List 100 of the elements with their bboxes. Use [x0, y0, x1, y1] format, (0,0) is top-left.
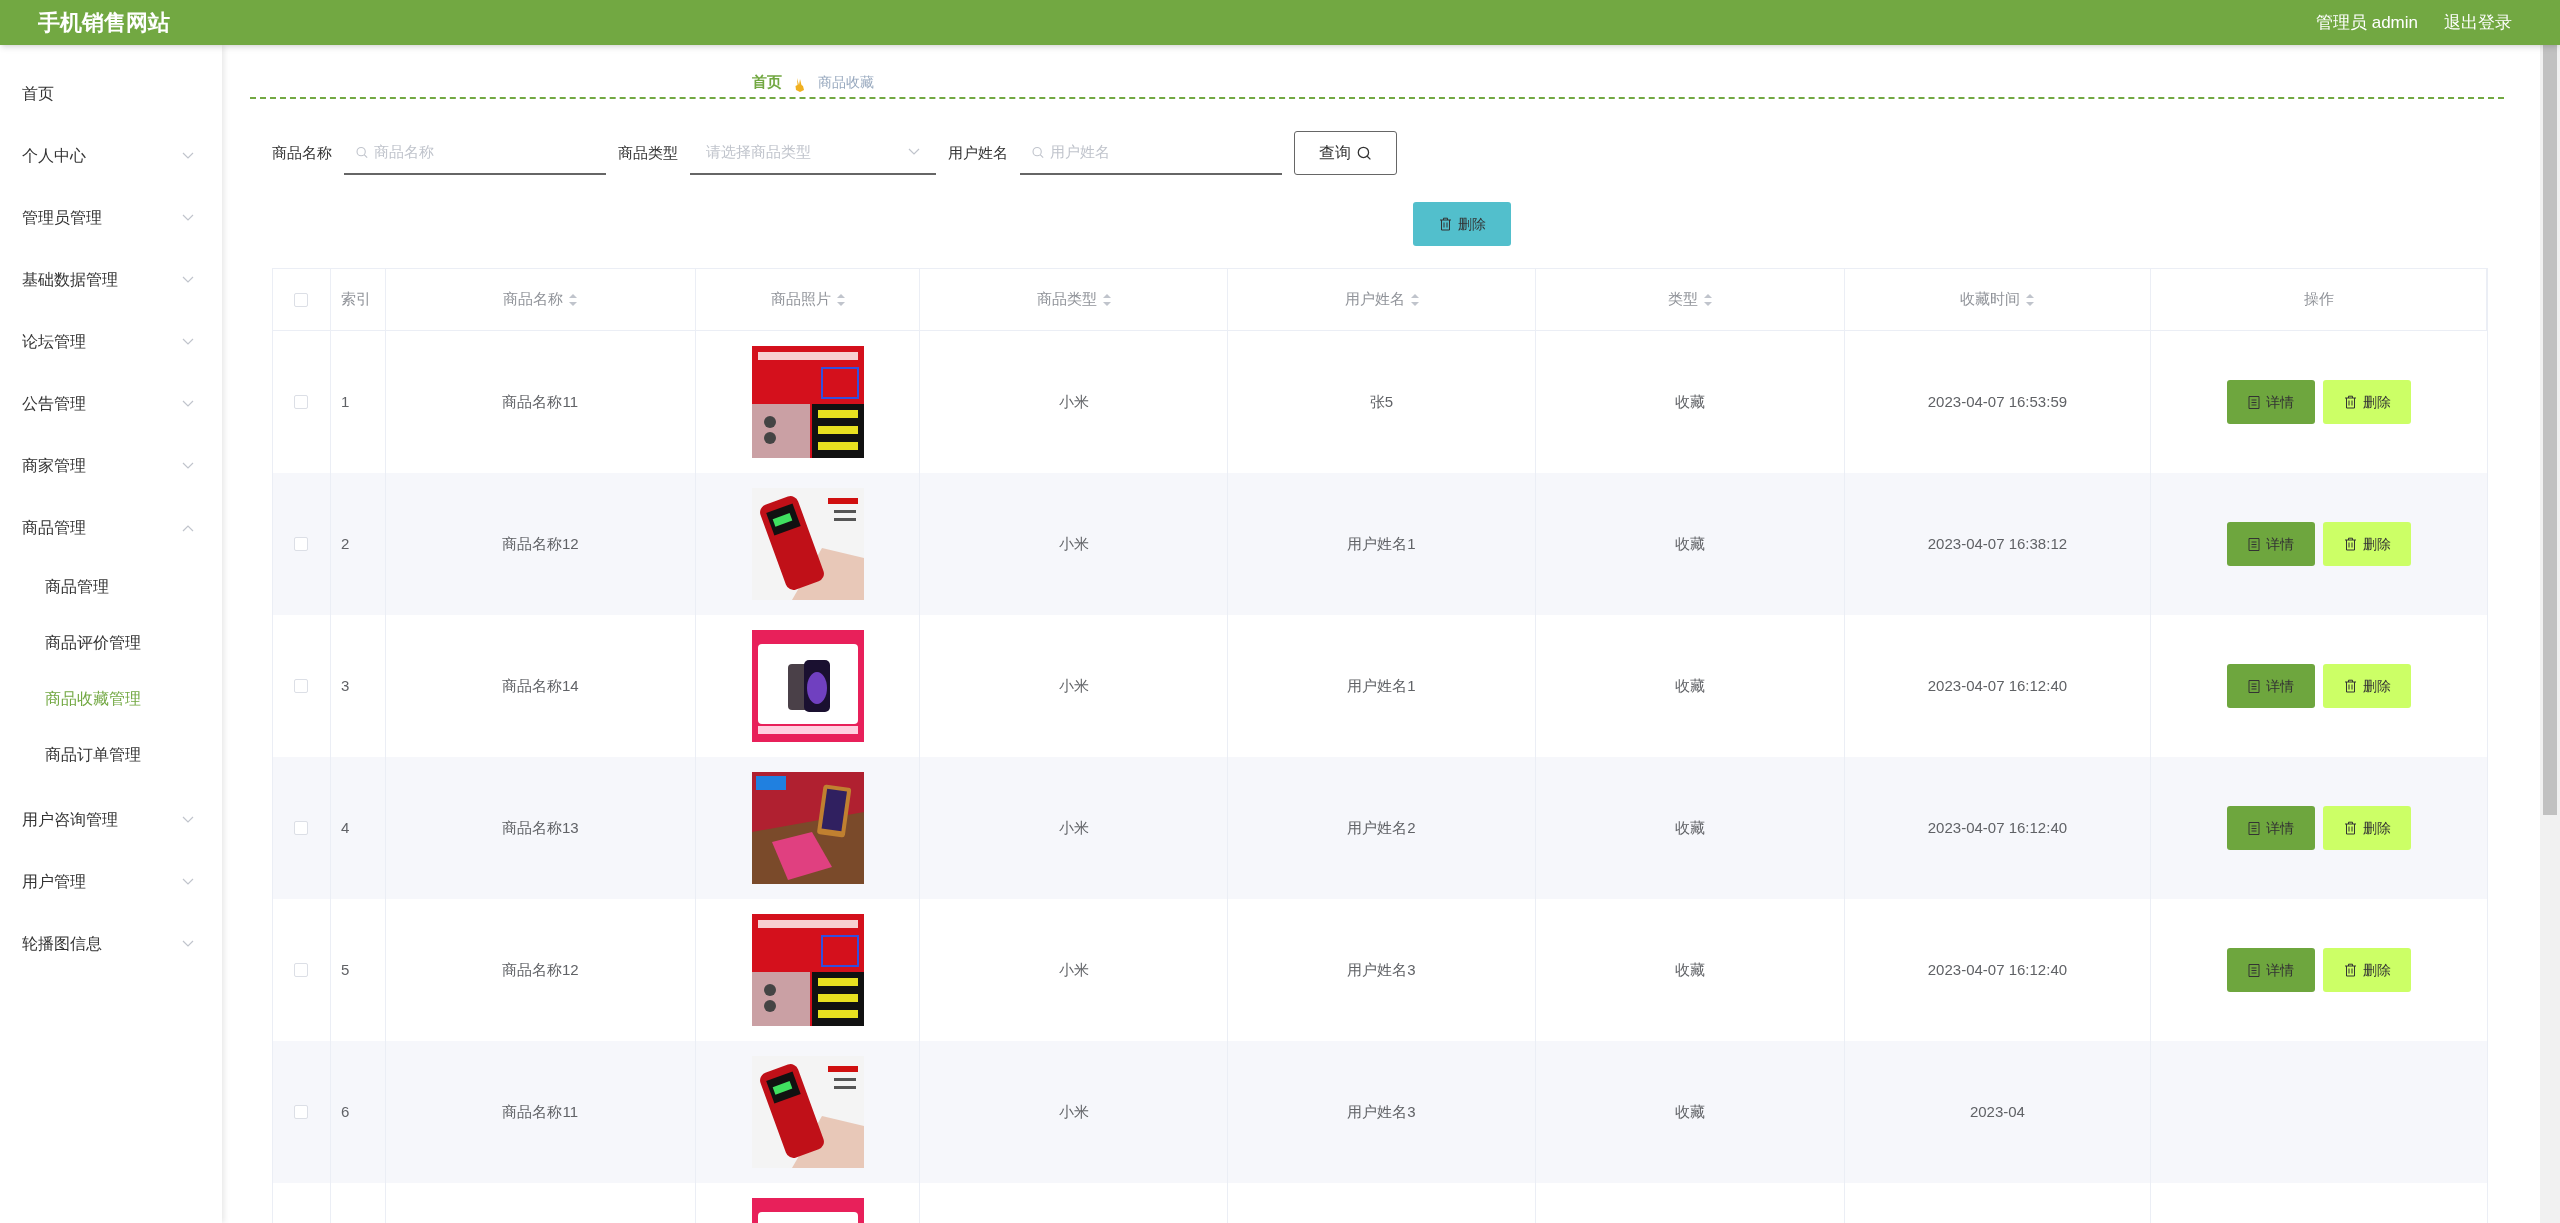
sort-icon[interactable] — [569, 293, 578, 306]
document-icon — [2248, 395, 2261, 409]
field-label: 商品类型 — [618, 142, 678, 163]
table-cell-text: 2023-04-07 16:53:59 — [1927, 391, 2068, 412]
delete-button[interactable]: 删除 — [2323, 806, 2412, 850]
row-checkbox[interactable] — [294, 821, 309, 835]
submenu-item[interactable]: 商品管理 — [0, 559, 222, 615]
table-cell-text: 2 — [340, 533, 350, 554]
row-checkbox[interactable] — [294, 679, 309, 693]
sidebar-item[interactable]: 商家管理 — [0, 435, 222, 497]
table-cell-text: 收藏 — [1674, 817, 1705, 838]
sort-icon[interactable] — [1102, 293, 1111, 306]
chevron-down-icon — [182, 462, 194, 470]
search-icon — [1032, 145, 1044, 159]
search-field[interactable]: 商品名称 — [374, 140, 594, 164]
table-cell-text: 小米 — [1058, 391, 1089, 412]
sidebar-item[interactable]: 用户咨询管理 — [0, 789, 222, 851]
chevron-down-icon — [182, 338, 194, 346]
chevron-down-icon — [182, 878, 194, 886]
table-cell-text: 2023-04 — [1969, 1101, 2025, 1122]
trash-icon — [2343, 821, 2357, 835]
sidebar-item[interactable]: 用户管理 — [0, 851, 222, 913]
search-icon — [1357, 145, 1372, 161]
trash-icon — [2343, 395, 2357, 409]
chevron-down-icon — [908, 148, 920, 156]
row-checkbox[interactable] — [294, 537, 309, 551]
site-title: 手机销售网站 — [38, 9, 170, 37]
sort-icon[interactable] — [1410, 293, 1419, 306]
table-cell-text: 商品名称12 — [501, 533, 579, 554]
table-cell-text: 2023-04-07 16:12:40 — [1927, 675, 2068, 696]
sidebar-item[interactable]: 论坛管理 — [0, 311, 222, 373]
delete-button[interactable]: 删除 — [2323, 522, 2412, 566]
search-field[interactable]: 用户姓名 — [1050, 140, 1270, 164]
sidebar-item[interactable]: 基础数据管理 — [0, 249, 222, 311]
trash-icon — [1438, 217, 1452, 231]
table-cell-text: 4 — [340, 817, 350, 838]
query-button[interactable]: 查询 — [1294, 131, 1397, 175]
table-cell-text: 2023-04-07 16:12:40 — [1927, 817, 2068, 838]
table-cell-text: 2023-04-07 16:12:40 — [1927, 959, 2068, 980]
sort-icon[interactable] — [2026, 293, 2035, 306]
table-cell-text: 5 — [340, 959, 350, 980]
table-cell-text: 张5 — [1369, 391, 1394, 412]
delete-button[interactable]: 删除 — [2323, 664, 2412, 708]
trash-icon — [2343, 537, 2357, 551]
chevron-down-icon — [182, 816, 194, 824]
chevron-down-icon — [182, 214, 194, 222]
table-cell-text: 2023-04-07 16:38:12 — [1927, 533, 2068, 554]
chevron-down-icon — [182, 940, 194, 948]
submenu-item[interactable]: 商品评价管理 — [0, 615, 222, 671]
table-cell-text: 商品名称14 — [501, 675, 579, 696]
field-label: 商品名称 — [272, 142, 332, 163]
table-cell-text: 小米 — [1058, 817, 1089, 838]
row-checkbox[interactable] — [294, 963, 309, 977]
table-cell-text: 3 — [340, 675, 350, 696]
sidebar-item[interactable]: 轮播图信息 — [0, 913, 222, 975]
detail-button[interactable]: 详情 — [2227, 380, 2316, 424]
sidebar-item[interactable]: 公告管理 — [0, 373, 222, 435]
table-cell-text: 用户姓名3 — [1347, 959, 1416, 980]
sort-icon[interactable] — [836, 293, 845, 306]
submenu-item[interactable]: 商品订单管理 — [0, 727, 222, 783]
table-cell-text: 收藏 — [1674, 1101, 1705, 1122]
table-cell-text: 用户姓名2 — [1347, 817, 1416, 838]
bulk-delete-button[interactable]: 删除 — [1413, 202, 1511, 246]
delete-button[interactable]: 删除 — [2323, 948, 2412, 992]
table-cell-text: 用户姓名3 — [1347, 1101, 1416, 1122]
table-cell-text: 小米 — [1058, 675, 1089, 696]
chevron-up-icon — [182, 524, 194, 532]
breadcrumb-current: 商品收藏 — [818, 73, 874, 92]
detail-button[interactable]: 详情 — [2227, 948, 2316, 992]
sidebar-item[interactable]: 商品管理 — [0, 497, 222, 559]
scrollbar[interactable] — [2540, 45, 2560, 1223]
row-checkbox[interactable] — [294, 395, 309, 409]
document-icon — [2248, 537, 2261, 551]
detail-button[interactable]: 详情 — [2227, 806, 2316, 850]
chevron-down-icon — [182, 152, 194, 160]
row-checkbox[interactable] — [294, 1105, 309, 1119]
trash-icon — [2343, 679, 2357, 693]
table-cell-text: 商品名称11 — [502, 1101, 579, 1122]
detail-button[interactable]: 详情 — [2227, 664, 2316, 708]
sidebar-item[interactable]: 个人中心 — [0, 125, 222, 187]
table-cell-text: 小米 — [1058, 533, 1089, 554]
search-icon — [356, 145, 368, 159]
trash-icon — [2343, 963, 2357, 977]
hand-icon — [794, 77, 806, 93]
chevron-down-icon — [182, 400, 194, 408]
sidebar-item[interactable]: 首页 — [0, 63, 222, 125]
detail-button[interactable]: 详情 — [2227, 522, 2316, 566]
table-cell-text: 用户姓名1 — [1347, 533, 1416, 554]
delete-button[interactable]: 删除 — [2323, 380, 2412, 424]
table-cell-text: 收藏 — [1674, 959, 1705, 980]
sidebar-item[interactable]: 管理员管理 — [0, 187, 222, 249]
table-cell-text: 商品名称11 — [502, 391, 579, 412]
table-cell-text: 用户姓名1 — [1347, 675, 1416, 696]
document-icon — [2248, 963, 2261, 977]
table-cell-text: 商品名称13 — [501, 817, 579, 838]
sort-icon[interactable] — [1703, 293, 1712, 306]
table-cell-text: 6 — [340, 1101, 350, 1122]
table-cell-text: 1 — [340, 391, 350, 412]
document-icon — [2248, 679, 2261, 693]
select-all-checkbox[interactable] — [294, 292, 309, 307]
